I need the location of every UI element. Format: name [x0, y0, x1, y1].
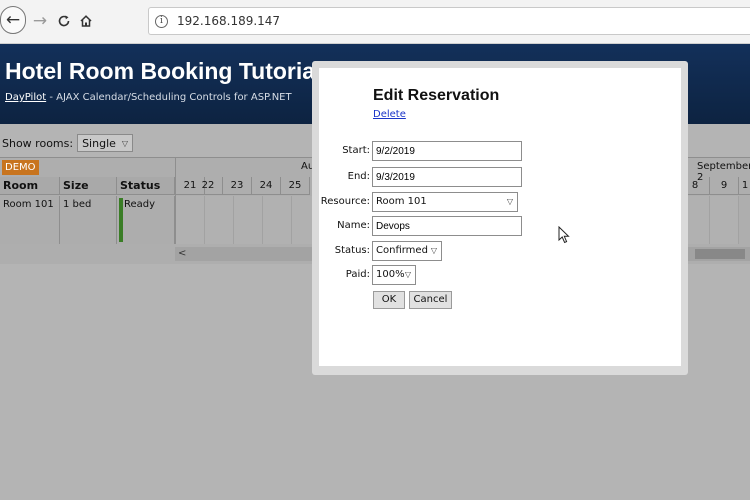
status-cell: Ready [117, 196, 175, 244]
room-cell[interactable]: Room 101 [0, 196, 60, 244]
paid-select[interactable]: 100% ▽ [372, 265, 416, 285]
room-filter: Show rooms: Single ▽ [2, 134, 134, 152]
day-cell[interactable] [205, 196, 234, 244]
delete-link[interactable]: Delete [373, 109, 406, 120]
scroll-thumb[interactable] [695, 249, 745, 259]
status-value: Confirmed [376, 245, 428, 256]
name-label: Name: [337, 220, 370, 231]
forward-button[interactable]: → [28, 8, 52, 34]
info-icon[interactable]: i [155, 14, 168, 28]
back-arrow-icon: ← [5, 10, 21, 30]
scroll-left-icon[interactable]: < [178, 247, 186, 261]
dialog-title: Edit Reservation [373, 87, 500, 104]
chevron-down-icon: ▽ [430, 246, 437, 255]
edit-reservation-dialog: Edit Reservation Delete Start: End: Reso… [319, 68, 681, 366]
paid-label: Paid: [345, 269, 370, 280]
daypilot-link[interactable]: DayPilot [5, 92, 46, 103]
reload-icon [58, 15, 70, 27]
day-header: 24 [252, 177, 281, 195]
forward-arrow-icon: → [32, 11, 48, 31]
day-cell[interactable] [263, 196, 292, 244]
chevron-down-icon: ▽ [121, 138, 129, 148]
status-row: Status: Confirmed ▽ [319, 241, 681, 261]
day-header: 23 [223, 177, 252, 195]
chevron-down-icon: ▽ [506, 197, 513, 206]
ok-button[interactable]: OK [373, 291, 405, 309]
reload-button[interactable] [52, 8, 76, 34]
day-header: 1 [739, 177, 750, 195]
room-filter-select[interactable]: Single ▽ [77, 134, 134, 152]
column-header-room[interactable]: Room [0, 177, 60, 195]
resource-label: Resource: [320, 196, 370, 207]
end-row: End: [319, 167, 681, 187]
name-input[interactable] [372, 216, 522, 236]
resource-value: Room 101 [376, 196, 427, 207]
chevron-down-icon: ▽ [404, 270, 411, 279]
start-label: Start: [342, 145, 370, 156]
demo-badge: DEMO [2, 160, 39, 175]
status-select[interactable]: Confirmed ▽ [372, 241, 442, 261]
day-cell[interactable] [710, 196, 739, 244]
room-filter-value: Single [82, 136, 116, 150]
page-title: Hotel Room Booking Tutorial [5, 58, 322, 84]
start-input[interactable] [372, 141, 522, 161]
cancel-button[interactable]: Cancel [409, 291, 452, 309]
page-subtitle: DayPilot - AJAX Calendar/Scheduling Cont… [5, 92, 292, 103]
day-header: 22 [194, 177, 223, 195]
subtitle-text: - AJAX Calendar/Scheduling Controls for … [46, 92, 292, 103]
browser-toolbar: ← → i 192.168.189.147 [0, 0, 750, 44]
home-icon [80, 15, 92, 27]
url-text: 192.168.189.147 [177, 14, 281, 28]
paid-row: Paid: 100% ▽ [319, 265, 681, 285]
start-row: Start: [319, 141, 681, 161]
size-cell: 1 bed [60, 196, 117, 244]
end-label: End: [347, 171, 370, 182]
day-header: 9 [710, 177, 739, 195]
resource-row: Resource: Room 101 ▽ [319, 192, 681, 212]
day-cell[interactable] [176, 196, 205, 244]
paid-value: 100% [376, 269, 405, 280]
column-header-size[interactable]: Size [60, 177, 117, 195]
status-ready-bar [119, 198, 123, 242]
column-header-status[interactable]: Status [117, 177, 175, 195]
home-button[interactable] [74, 8, 98, 34]
address-bar[interactable]: i 192.168.189.147 [148, 7, 750, 35]
day-header: 25 [281, 177, 310, 195]
show-rooms-label: Show rooms: [2, 136, 74, 150]
status-label: Status: [334, 245, 370, 256]
name-row: Name: [319, 216, 681, 236]
back-button[interactable]: ← [0, 6, 26, 34]
day-cell[interactable] [234, 196, 263, 244]
resource-select[interactable]: Room 101 ▽ [372, 192, 518, 212]
end-input[interactable] [372, 167, 522, 187]
mouse-cursor-icon [558, 226, 570, 244]
